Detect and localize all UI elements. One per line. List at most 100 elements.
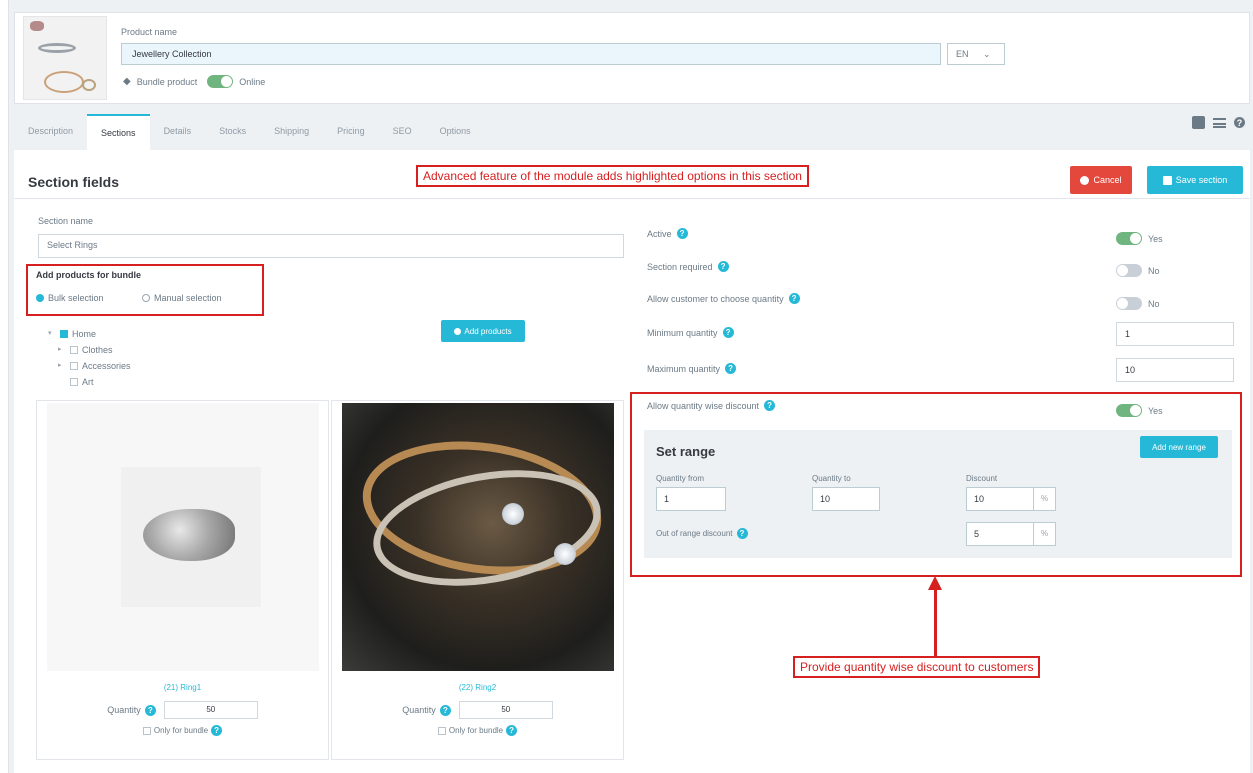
checkbox[interactable] <box>60 330 68 338</box>
product-header: Product name Jewellery Collection EN ⌄ ◆… <box>14 12 1250 104</box>
checkbox[interactable] <box>70 362 78 370</box>
bulk-radio[interactable] <box>36 294 44 302</box>
tree-item-accessories[interactable]: ▸ Accessories <box>48 358 131 374</box>
only-bundle-row[interactable]: Only for bundle ? <box>37 725 328 736</box>
required-row: Section required ? <box>647 261 729 272</box>
only-bundle-checkbox[interactable] <box>437 726 446 735</box>
cancel-label: Cancel <box>1093 175 1122 185</box>
active-toggle-group[interactable]: Yes <box>1116 232 1163 245</box>
bulk-selection-option[interactable]: Bulk selection <box>36 293 104 303</box>
quantity-discount-toggle[interactable] <box>1116 404 1142 417</box>
product-name-input[interactable]: Jewellery Collection <box>121 43 941 65</box>
help-icon[interactable]: ? <box>144 704 156 716</box>
required-toggle[interactable] <box>1116 264 1142 277</box>
tab-description[interactable]: Description <box>14 114 87 150</box>
section-panel: Section fields Advanced feature of the m… <box>14 150 1250 773</box>
required-toggle-group[interactable]: No <box>1116 264 1160 277</box>
section-name-input[interactable]: Select Rings <box>38 234 624 258</box>
quantity-from-label: Quantity from <box>656 474 705 483</box>
only-bundle-label: Only for bundle <box>448 726 504 735</box>
help-icon[interactable]: ? <box>722 327 734 338</box>
tree-label: Art <box>82 377 94 387</box>
save-label: Save section <box>1175 175 1228 185</box>
help-icon[interactable]: ? <box>439 704 451 716</box>
product-name-label: Product name <box>121 27 178 37</box>
bundle-label: Bundle product <box>136 76 198 87</box>
expand-icon[interactable]: ▸ <box>58 358 66 374</box>
tree-label: Clothes <box>82 345 113 355</box>
tab-stocks[interactable]: Stocks <box>205 114 260 150</box>
product-image <box>47 403 319 671</box>
help-icon[interactable]: ? <box>211 725 223 736</box>
quantity-discount-toggle-group[interactable]: Yes <box>1116 404 1163 417</box>
active-row: Active ? <box>647 228 688 239</box>
product-name-link[interactable]: (22) Ring2 <box>332 683 623 692</box>
checkbox[interactable] <box>70 378 78 386</box>
manual-selection-option[interactable]: Manual selection <box>142 293 222 303</box>
discount-label: Discount <box>966 474 998 483</box>
tab-pricing[interactable]: Pricing <box>323 114 379 150</box>
online-toggle[interactable] <box>207 75 234 88</box>
only-bundle-row[interactable]: Only for bundle ? <box>332 725 623 736</box>
only-bundle-label: Only for bundle <box>153 726 209 735</box>
set-range-title: Set range <box>656 444 716 459</box>
active-toggle[interactable] <box>1116 232 1142 245</box>
quantity-row: Quantity ? 50 <box>332 701 623 719</box>
discount-input[interactable]: 10 <box>966 487 1034 511</box>
help-icon[interactable]: ? <box>717 261 729 272</box>
quantity-input[interactable]: 50 <box>458 701 553 719</box>
tree-item-home[interactable]: ▾ Home <box>48 326 131 342</box>
product-name-link[interactable]: (21) Ring1 <box>37 683 328 692</box>
tab-options[interactable]: Options <box>426 114 485 150</box>
add-products-button[interactable]: Add products <box>441 320 525 342</box>
plus-icon <box>454 327 462 335</box>
annotation-arrow-line <box>934 588 937 658</box>
only-bundle-checkbox[interactable] <box>142 726 151 735</box>
percent-addon: % <box>1034 487 1056 511</box>
add-products-label: Add products <box>464 326 512 336</box>
quantity-input[interactable]: 50 <box>163 701 258 719</box>
quantity-from-input[interactable]: 1 <box>656 487 726 511</box>
tree-item-art[interactable]: Art <box>48 374 131 390</box>
required-label: Section required <box>647 261 713 272</box>
help-icon[interactable]: ? <box>764 400 776 411</box>
tab-shipping[interactable]: Shipping <box>260 114 323 150</box>
image-icon[interactable] <box>1192 116 1205 129</box>
add-new-range-button[interactable]: Add new range <box>1140 436 1218 458</box>
choose-quantity-toggle[interactable] <box>1116 297 1142 310</box>
section-name-label: Section name <box>38 216 94 226</box>
language-select[interactable]: EN ⌄ <box>947 43 1005 65</box>
active-value: Yes <box>1148 233 1163 244</box>
expand-icon[interactable]: ▾ <box>48 326 56 342</box>
help-icon[interactable]: ? <box>506 725 518 736</box>
max-quantity-input[interactable]: 10 <box>1116 358 1234 382</box>
help-icon[interactable]: ? <box>736 528 748 539</box>
quantity-discount-label: Allow quantity wise discount <box>647 400 760 411</box>
list-icon[interactable] <box>1213 117 1226 128</box>
out-of-range-input[interactable]: 5 <box>966 522 1034 546</box>
cancel-button[interactable]: Cancel <box>1070 166 1132 194</box>
product-card: (22) Ring2 Quantity ? 50 Only for bundle… <box>331 400 624 760</box>
tree-item-clothes[interactable]: ▸ Clothes <box>48 342 131 358</box>
quantity-to-input[interactable]: 10 <box>812 487 880 511</box>
tab-details[interactable]: Details <box>150 114 206 150</box>
help-icon[interactable]: ? <box>725 363 737 374</box>
min-quantity-row: Minimum quantity ? <box>647 327 734 338</box>
save-section-button[interactable]: Save section <box>1147 166 1243 194</box>
quantity-discount-value: Yes <box>1148 405 1163 416</box>
percent-addon: % <box>1034 522 1056 546</box>
tab-seo[interactable]: SEO <box>379 114 426 150</box>
product-thumbnail <box>23 16 107 100</box>
checkbox[interactable] <box>70 346 78 354</box>
min-quantity-input[interactable]: 1 <box>1116 322 1234 346</box>
tab-sections[interactable]: Sections <box>87 114 150 150</box>
choose-quantity-toggle-group[interactable]: No <box>1116 297 1160 310</box>
help-icon[interactable]: ? <box>676 228 688 239</box>
expand-icon[interactable]: ▸ <box>58 342 66 358</box>
set-range-panel: Set range Add new range Quantity from 1 … <box>644 430 1232 558</box>
manual-radio[interactable] <box>142 294 150 302</box>
product-card: (21) Ring1 Quantity ? 50 Only for bundle… <box>36 400 329 760</box>
page-title: Section fields <box>28 174 120 190</box>
help-icon[interactable]: ? <box>788 293 800 304</box>
help-icon[interactable]: ? <box>1234 117 1245 128</box>
